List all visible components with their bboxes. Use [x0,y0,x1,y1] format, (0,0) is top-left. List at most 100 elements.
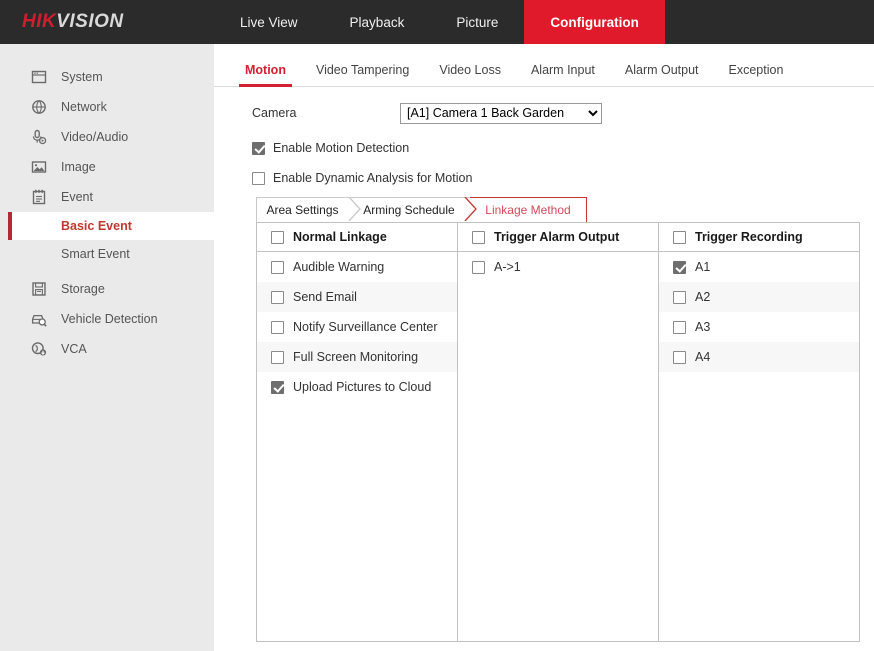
sidebar-subitem-label: Smart Event [61,247,130,261]
top-bar: HIKVISION Live View Playback Picture Con… [0,0,874,44]
sidebar-item-label: Vehicle Detection [61,312,158,326]
table-row[interactable]: A2 [659,282,859,312]
enable-motion-detection-row[interactable]: Enable Motion Detection [252,137,874,159]
enable-motion-detection-label: Enable Motion Detection [273,141,409,155]
table-row[interactable]: A4 [659,342,859,372]
tab-alarm-output[interactable]: Alarm Output [610,63,714,86]
sidebar-item-system[interactable]: System [0,62,214,92]
send-email-checkbox[interactable] [271,291,284,304]
sidebar-item-label: Storage [61,282,105,296]
trigger-alarm-output-column: Trigger Alarm Output A->1 [458,223,659,641]
row-label: A1 [695,260,710,274]
normal-linkage-column: Normal Linkage Audible Warning Send Emai… [257,223,458,641]
recording-a2-checkbox[interactable] [673,291,686,304]
table-row[interactable]: Send Email [257,282,457,312]
table-row[interactable]: Notify Surveillance Center [257,312,457,342]
step-arming-schedule[interactable]: Arming Schedule [354,197,470,223]
table-row[interactable]: Audible Warning [257,252,457,282]
alarm-output-a1-checkbox[interactable] [472,261,485,274]
recording-a1-checkbox[interactable] [673,261,686,274]
normal-linkage-select-all-checkbox[interactable] [271,231,284,244]
column-header-label: Trigger Alarm Output [494,230,619,244]
step-breadcrumb: Area Settings Arming Schedule Linkage Me… [256,197,587,223]
trigger-alarm-output-header: Trigger Alarm Output [458,223,658,252]
audible-warning-checkbox[interactable] [271,261,284,274]
row-label: Audible Warning [293,260,384,274]
row-label: A->1 [494,260,521,274]
tab-motion[interactable]: Motion [230,63,301,86]
sidebar-item-label: Network [61,100,107,114]
car-search-icon [30,311,47,328]
linkage-method-table: Normal Linkage Audible Warning Send Emai… [256,222,860,642]
topnav-item-live-view[interactable]: Live View [214,0,324,44]
table-row[interactable]: Upload Pictures to Cloud [257,372,457,402]
sidebar-item-event[interactable]: Event [0,182,214,212]
row-label: Notify Surveillance Center [293,320,438,334]
row-label: Full Screen Monitoring [293,350,418,364]
clipboard-icon [30,189,47,206]
topnav-item-configuration[interactable]: Configuration [524,0,664,44]
sub-tab-bar: Motion Video Tampering Video Loss Alarm … [214,53,874,87]
picture-icon [30,159,47,176]
notify-surveillance-center-checkbox[interactable] [271,321,284,334]
logo-text-vision: VISION [56,11,123,33]
sidebar-item-vca[interactable]: VCA [0,334,214,364]
enable-dynamic-analysis-checkbox[interactable] [252,172,265,185]
camera-label: Camera [252,106,400,120]
sidebar-item-video-audio[interactable]: Video/Audio [0,122,214,152]
trigger-recording-column: Trigger Recording A1 A2 A3 A4 [659,223,859,641]
sidebar-item-basic-event[interactable]: Basic Event [12,212,214,240]
tab-alarm-input[interactable]: Alarm Input [516,63,610,86]
column-header-label: Normal Linkage [293,230,387,244]
sidebar-item-label: VCA [61,342,87,356]
table-row[interactable]: A1 [659,252,859,282]
recording-a4-checkbox[interactable] [673,351,686,364]
top-navigation: Live View Playback Picture Configuration [214,0,665,44]
globe-icon [30,99,47,116]
window-icon [30,69,47,86]
sidebar-item-label: Image [61,160,96,174]
sidebar-item-label: Video/Audio [61,130,128,144]
step-area-settings[interactable]: Area Settings [256,197,354,223]
row-label: A3 [695,320,710,334]
tab-video-tampering[interactable]: Video Tampering [301,63,424,86]
tab-video-loss[interactable]: Video Loss [424,63,516,86]
enable-motion-detection-checkbox[interactable] [252,142,265,155]
sidebar-item-smart-event[interactable]: Smart Event [0,240,214,268]
motion-settings-form: Camera [A1] Camera 1 Back Garden Enable … [214,87,874,189]
row-label: A2 [695,290,710,304]
trigger-recording-header: Trigger Recording [659,223,859,252]
topnav-item-picture[interactable]: Picture [430,0,524,44]
step-linkage-method[interactable]: Linkage Method [470,197,587,223]
sidebar: System Network Video/Audio Image Event B… [0,44,214,651]
enable-dynamic-analysis-label: Enable Dynamic Analysis for Motion [273,171,472,185]
topnav-item-playback[interactable]: Playback [324,0,431,44]
tab-exception[interactable]: Exception [714,63,799,86]
row-label: Upload Pictures to Cloud [293,380,431,394]
table-row[interactable]: A->1 [458,252,658,282]
microphone-icon [30,129,47,146]
vca-icon [30,341,47,358]
sidebar-item-storage[interactable]: Storage [0,274,214,304]
table-row[interactable]: A3 [659,312,859,342]
logo-text-hik: HIK [22,11,56,33]
sidebar-item-label: Event [61,190,93,204]
full-screen-monitoring-checkbox[interactable] [271,351,284,364]
sidebar-item-label: System [61,70,103,84]
sidebar-item-vehicle-detection[interactable]: Vehicle Detection [0,304,214,334]
sidebar-item-network[interactable]: Network [0,92,214,122]
row-label: Send Email [293,290,357,304]
trigger-recording-select-all-checkbox[interactable] [673,231,686,244]
sidebar-item-image[interactable]: Image [0,152,214,182]
main-content: Motion Video Tampering Video Loss Alarm … [214,44,874,651]
column-header-label: Trigger Recording [695,230,803,244]
floppy-disk-icon [30,281,47,298]
upload-pictures-to-cloud-checkbox[interactable] [271,381,284,394]
table-row[interactable]: Full Screen Monitoring [257,342,457,372]
normal-linkage-header: Normal Linkage [257,223,457,252]
trigger-alarm-output-select-all-checkbox[interactable] [472,231,485,244]
hikvision-logo: HIKVISION [0,0,214,44]
recording-a3-checkbox[interactable] [673,321,686,334]
camera-select[interactable]: [A1] Camera 1 Back Garden [400,103,602,124]
enable-dynamic-analysis-row[interactable]: Enable Dynamic Analysis for Motion [252,167,874,189]
